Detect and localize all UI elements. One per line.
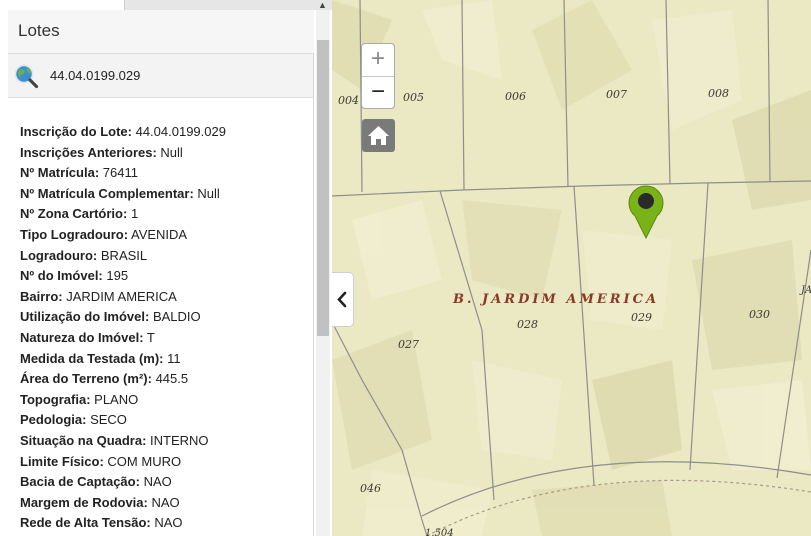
lot-label: 028 [517,318,538,331]
attribute-label: Utilização do Imóvel: [20,309,150,325]
neighborhood-label-cut: JA [801,285,811,296]
lot-label: 046 [360,482,381,495]
attribute-value: 76411 [102,165,138,181]
attribute-value: 44.04.0199.029 [135,124,226,139]
attribute-row: Nº do Imóvel: 195 [20,266,312,287]
attribute-value: BRASIL [100,247,148,263]
attribute-label: Inscrição do Lote: [20,124,132,139]
attribute-label: Nº Zona Cartório: [20,206,128,222]
lot-id: 44.04.0199.029 [50,68,141,83]
lot-label: 008 [708,87,729,100]
attribute-row: Bairro: JARDIM AMERICA [20,287,312,308]
attribute-label: Limite Físico: [20,453,104,469]
attribute-label: Área do Terreno (m²): [20,371,152,387]
attribute-label: Situação na Quadra: [20,432,147,448]
attribute-row: Nº Matrícula: 76411 [20,163,312,184]
attribute-label: Nº do Imóvel: [20,268,103,284]
attribute-row: Pedologia: SECO [20,410,312,431]
panel-divider [313,53,314,536]
attribute-label: Bacia de Captação: [20,474,140,490]
lot-attributes-list: Inscrição do Lote: 44.04.0199.029 Inscriç… [20,122,312,534]
attribute-label: Topografia: [20,391,91,407]
attribute-row: Medida da Testada (m): 11 [20,349,312,370]
caret-up-icon[interactable]: ▲ [318,0,327,10]
attribute-label: Nº Matrícula: [20,165,100,181]
attribute-row: Utilização do Imóvel: BALDIO [20,307,312,328]
attribute-label: Nº Matrícula Complementar: [20,185,194,201]
lot-label: 030 [749,308,770,321]
home-button[interactable] [362,119,395,152]
attribute-row: Tipo Logradouro: AVENIDA [20,225,312,246]
attribute-row: Bacia de Captação: NAO [20,472,312,493]
panel-header: Lotes [8,10,314,54]
attribute-row: Natureza do Imóvel: T [20,328,312,349]
chevron-left-icon [337,291,347,308]
attribute-value: NAO [154,515,183,531]
lot-label: 005 [403,91,424,104]
panel-title: Lotes [18,21,60,40]
lot-result-item[interactable]: 44.04.0199.029 [8,54,314,98]
street-number-label: 1.504 [425,528,454,536]
attribute-row: Topografia: PLANO [20,390,312,411]
lot-label: 027 [398,338,419,351]
neighborhood-label: B. JARDIM AMERICA [453,292,660,307]
zoom-control: + − [361,43,395,109]
attribute-label: Rede de Alta Tensão: [20,515,151,531]
attribute-value: SECO [90,412,127,428]
lot-label: 004 [338,94,359,107]
panel-tab[interactable] [0,0,125,10]
attribute-row: Área do Terreno (m²): 445.5 [20,369,312,390]
attribute-value: NAO [151,494,180,510]
attribute-value: 445.5 [155,371,189,387]
lot-label: 006 [505,90,526,103]
collapse-panel-button[interactable] [332,272,354,327]
attribute-value: 1 [130,206,139,222]
attribute-value: JARDIM AMERICA [66,288,177,304]
attribute-value: BALDIO [152,309,201,325]
attribute-label: Bairro: [20,288,63,304]
side-panel: ▲ Lotes 44.04.0199.029 Inscrição do Lote… [0,0,332,536]
map-canvas [332,0,811,536]
attribute-value: PLANO [94,391,139,407]
attribute-row: Inscrição do Lote: 44.04.0199.029 [20,122,312,143]
attribute-label: Margem de Rodovia: [20,494,148,510]
attribute-row: Inscrições Anteriores: Null [20,143,312,164]
attribute-value: Null [197,185,220,201]
attribute-row: Nº Matrícula Complementar: Null [20,184,312,205]
attribute-label: Pedologia: [20,412,87,428]
attribute-value: T [146,329,155,345]
map-marker-icon[interactable] [627,183,665,239]
zoom-out-button[interactable]: − [362,77,394,109]
attribute-label: Tipo Logradouro: [20,226,129,242]
attribute-value: 195 [106,268,129,284]
attribute-label: Logradouro: [20,247,98,263]
lot-label: 029 [631,311,652,324]
home-icon [368,126,389,145]
attribute-row: Rede de Alta Tensão: NAO [20,513,312,534]
map-view[interactable]: 004 005 006 007 008 027 028 029 030 046 … [332,0,811,536]
attribute-row: Logradouro: BRASIL [20,246,312,267]
attribute-label: Inscrições Anteriores: [20,144,157,160]
attribute-value: AVENIDA [130,226,188,242]
attribute-value: COM MURO [107,453,182,469]
attribute-value: INTERNO [150,432,209,448]
attribute-row: Situação na Quadra: INTERNO [20,431,312,452]
attribute-value: 11 [167,350,181,366]
globe-search-icon [14,64,39,89]
attribute-row: Margem de Rodovia: NAO [20,493,312,514]
panel-tab-bar: ▲ [0,0,332,10]
scrollbar-thumb[interactable] [317,40,329,336]
attribute-row: Nº Zona Cartório: 1 [20,204,312,225]
lot-label: 007 [606,88,627,101]
attribute-row: Limite Físico: COM MURO [20,452,312,473]
attribute-label: Natureza do Imóvel: [20,329,144,345]
attribute-label: Medida da Testada (m): [20,350,164,366]
attribute-value: NAO [143,474,172,490]
zoom-in-button[interactable]: + [362,44,394,77]
attribute-value: Null [160,144,183,160]
